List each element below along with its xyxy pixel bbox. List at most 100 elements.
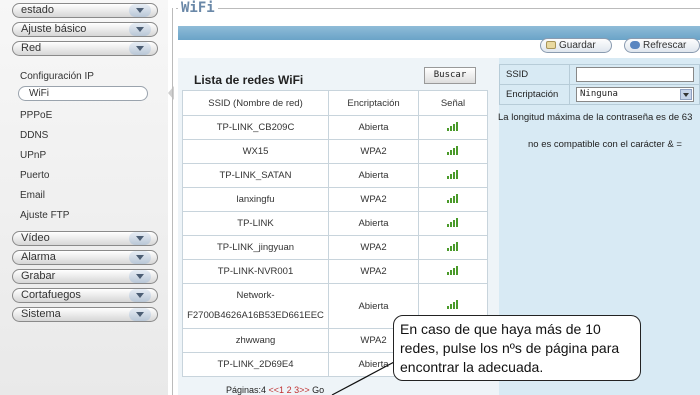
chevron-down-icon — [129, 251, 151, 264]
password-hint: no es compatible con el carácter & = — [528, 139, 682, 150]
frame-divider — [172, 8, 173, 395]
chevron-up-icon — [129, 42, 151, 55]
sidebar: estado Ajuste básico Red Configuración I… — [0, 0, 168, 395]
encryption-cell: Abierta — [328, 115, 419, 140]
menu-label: Grabar — [21, 270, 56, 282]
search-button[interactable]: Buscar — [424, 67, 476, 84]
encryption-label: Encriptación — [499, 84, 570, 105]
help-callout: En caso de que haya más de 10 redes, pul… — [393, 315, 641, 381]
ssid-cell: Network- F2700B4626A16B53ED661EEC — [182, 283, 329, 329]
column-header: Encriptación — [328, 90, 419, 116]
ssid-cell: lanxingfu — [182, 187, 329, 212]
signal-cell — [418, 115, 488, 140]
signal-strength-icon — [447, 169, 459, 179]
encryption-cell: Abierta — [328, 211, 419, 236]
encryption-select-value: Ninguna — [580, 89, 618, 99]
encryption-field-cell: Ninguna — [569, 84, 700, 105]
refresh-icon — [630, 41, 640, 49]
subitem-configuracion-ip[interactable]: Configuración IP — [20, 71, 94, 82]
ssid-cell: TP-LINK_jingyuan — [182, 235, 329, 260]
subitem-ddns[interactable]: DDNS — [20, 130, 48, 141]
chevron-down-icon — [129, 270, 151, 283]
subitem-ajuste-ftp[interactable]: Ajuste FTP — [20, 210, 69, 221]
password-hint: La longitud máxima de la contraseña es d… — [498, 112, 693, 123]
table-row[interactable]: TP-LINK_jingyuan WPA2 — [182, 235, 488, 260]
chevron-down-icon — [129, 308, 151, 321]
menu-grabar[interactable]: Grabar — [12, 269, 158, 284]
encryption-select[interactable]: Ninguna — [576, 87, 694, 102]
column-header: SSID (Nombre de red) — [182, 90, 329, 116]
chevron-down-icon — [129, 289, 151, 302]
signal-cell — [418, 163, 488, 188]
signal-cell — [418, 187, 488, 212]
menu-label: Ajuste básico — [21, 23, 87, 35]
signal-strength-icon — [447, 217, 459, 227]
menu-label: Red — [21, 42, 42, 54]
table-row[interactable]: TP-LINK Abierta — [182, 211, 488, 236]
menu-label: Vídeo — [21, 232, 50, 244]
callout-line: En caso de que haya más de 10 — [400, 321, 601, 337]
dropdown-arrow-icon — [680, 89, 692, 100]
form-row: Encriptación Ninguna — [499, 84, 700, 105]
column-header: Señal — [418, 90, 488, 116]
encryption-cell: WPA2 — [328, 139, 419, 164]
signal-cell — [418, 139, 488, 164]
ssid-cell: TP-LINK_CB209C — [182, 115, 329, 140]
table-row[interactable]: WX15 WPA2 — [182, 139, 488, 164]
frame-divider — [176, 8, 700, 9]
save-icon — [546, 41, 556, 49]
chevron-down-icon — [129, 232, 151, 245]
save-button-label: Guardar — [559, 40, 596, 51]
encryption-cell: WPA2 — [328, 187, 419, 212]
toolbar-strip — [178, 26, 700, 40]
subitem-pppoe[interactable]: PPPoE — [20, 110, 52, 121]
encryption-cell: Abierta — [328, 163, 419, 188]
menu-estado[interactable]: estado — [12, 3, 158, 18]
signal-cell — [418, 235, 488, 260]
signal-cell — [418, 211, 488, 236]
subitem-puerto[interactable]: Puerto — [20, 170, 49, 181]
wifi-form: SSID Encriptación Ninguna — [499, 64, 700, 105]
signal-strength-icon — [447, 241, 459, 251]
encryption-cell: WPA2 — [328, 235, 419, 260]
signal-cell — [418, 259, 488, 284]
refresh-button-label: Refrescar — [643, 40, 687, 51]
callout-line: encontrar la adecuada. — [400, 359, 544, 375]
subitem-wifi[interactable]: WiFi — [18, 86, 148, 101]
menu-ajuste-basico[interactable]: Ajuste básico — [12, 22, 158, 37]
ssid-cell: TP-LINK-NVR001 — [182, 259, 329, 284]
signal-strength-icon — [447, 193, 459, 203]
table-row[interactable]: TP-LINK_CB209C Abierta — [182, 115, 488, 140]
menu-cortafuegos[interactable]: Cortafuegos — [12, 288, 158, 303]
table-row[interactable]: TP-LINK_SATAN Abierta — [182, 163, 488, 188]
signal-strength-icon — [447, 121, 459, 131]
form-row: SSID — [499, 64, 700, 85]
pager-label: Páginas:4 — [226, 385, 267, 395]
menu-video[interactable]: Vídeo — [12, 231, 158, 246]
refresh-button[interactable]: Refrescar — [624, 38, 700, 53]
chevron-down-icon — [129, 23, 151, 36]
table-header-row: SSID (Nombre de red) Encriptación Señal — [182, 90, 488, 116]
subitem-email[interactable]: Email — [20, 190, 45, 201]
table-row[interactable]: lanxingfu WPA2 — [182, 187, 488, 212]
chevron-down-icon — [129, 4, 151, 17]
ssid-cell: WX15 — [182, 139, 329, 164]
callout-line: redes, pulse los nºs de página para — [400, 340, 620, 356]
menu-alarma[interactable]: Alarma — [12, 250, 158, 265]
menu-red[interactable]: Red — [12, 41, 158, 56]
page-title: WiFi — [178, 0, 218, 16]
menu-label: Alarma — [21, 251, 56, 263]
menu-label: estado — [21, 4, 55, 16]
callout-pointer — [331, 360, 397, 395]
ssid-label: SSID — [499, 64, 570, 85]
ssid-cell: zhwwang — [182, 328, 329, 353]
signal-strength-icon — [447, 265, 459, 275]
ssid-input[interactable] — [576, 67, 694, 82]
subitem-upnp[interactable]: UPnP — [20, 150, 46, 161]
signal-strength-icon — [447, 145, 459, 155]
save-button[interactable]: Guardar — [540, 38, 612, 53]
menu-label: Sistema — [21, 308, 61, 320]
table-row[interactable]: TP-LINK-NVR001 WPA2 — [182, 259, 488, 284]
ssid-cell: TP-LINK_SATAN — [182, 163, 329, 188]
menu-sistema[interactable]: Sistema — [12, 307, 158, 322]
